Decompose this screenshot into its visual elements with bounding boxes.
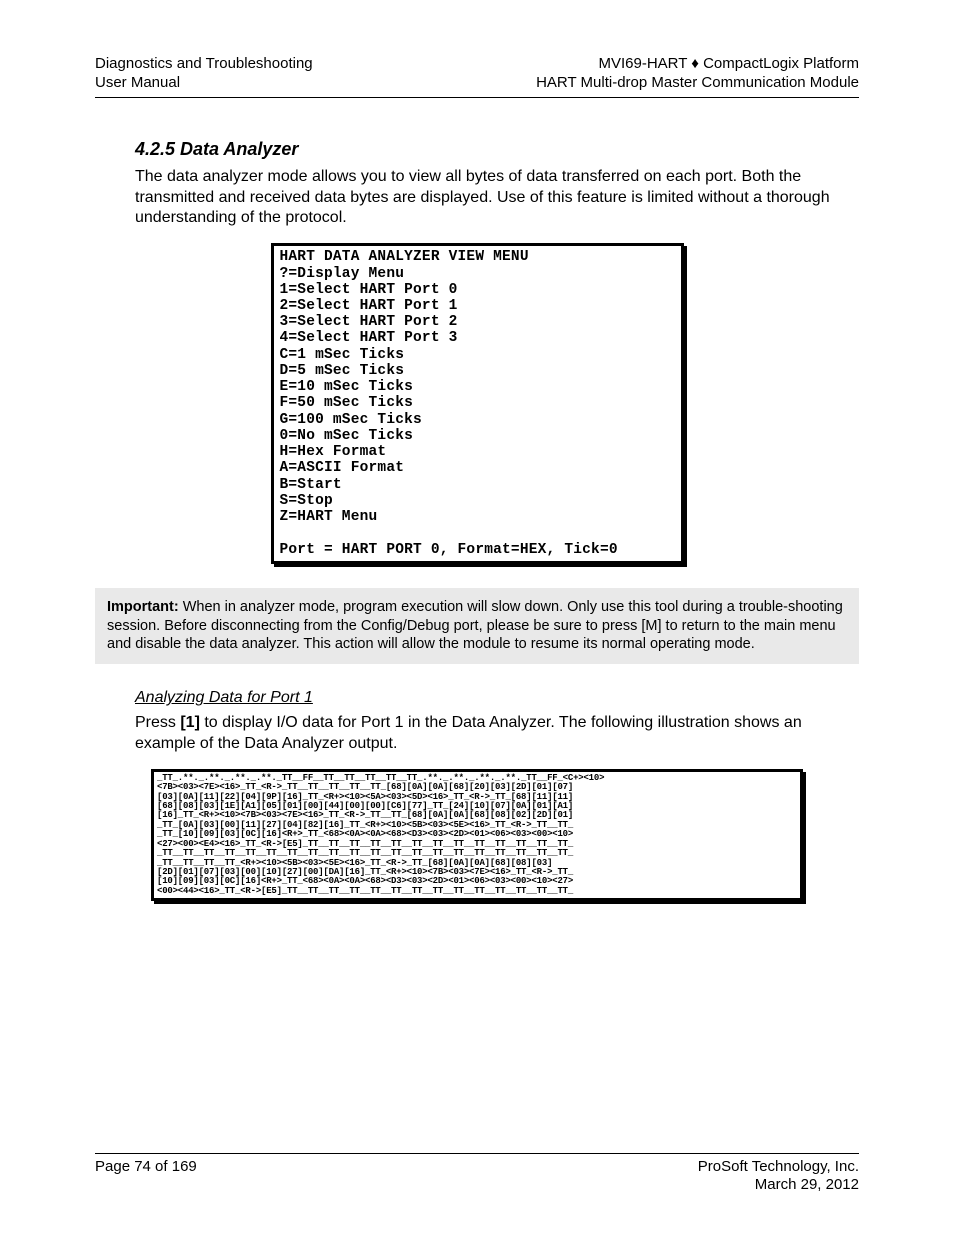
running-footer: Page 74 of 169 ProSoft Technology, Inc. … <box>95 1153 859 1196</box>
analyzer-menu-screenshot: HART DATA ANALYZER VIEW MENU ?=Display M… <box>271 243 684 563</box>
sub-p-c: to display I/O data for Port 1 in the Da… <box>135 714 802 752</box>
main-content: 4.2.5 Data Analyzer The data analyzer mo… <box>95 138 859 902</box>
footer-date: March 29, 2012 <box>755 1176 859 1195</box>
important-note: Important: When in analyzer mode, progra… <box>95 588 859 665</box>
analyzer-output-screenshot: _TT_.**._.**._.**._.**._TT__FF__TT__TT__… <box>151 769 803 902</box>
header-left-1: Diagnostics and Troubleshooting <box>95 55 313 74</box>
header-left-2: User Manual <box>95 74 180 93</box>
running-header: Diagnostics and Troubleshooting MVI69-HA… <box>95 55 859 98</box>
intro-paragraph: The data analyzer mode allows you to vie… <box>135 167 859 229</box>
note-text: When in analyzer mode, program execution… <box>107 599 843 653</box>
subsection-heading: Analyzing Data for Port 1 <box>135 688 859 709</box>
header-right-1: MVI69-HART ♦ CompactLogix Platform <box>598 55 859 74</box>
header-divider <box>95 97 859 98</box>
sub-p-a: Press <box>135 714 180 731</box>
subsection-paragraph: Press [1] to display I/O data for Port 1… <box>135 713 859 755</box>
note-label: Important: <box>107 599 179 615</box>
page-number: Page 74 of 169 <box>95 1158 197 1177</box>
footer-company: ProSoft Technology, Inc. <box>698 1158 859 1177</box>
footer-divider <box>95 1153 859 1154</box>
page: Diagnostics and Troubleshooting MVI69-HA… <box>0 0 954 1235</box>
section-heading: 4.2.5 Data Analyzer <box>135 138 859 161</box>
header-right-2: HART Multi-drop Master Communication Mod… <box>536 74 859 93</box>
sub-p-key: [1] <box>180 714 200 731</box>
